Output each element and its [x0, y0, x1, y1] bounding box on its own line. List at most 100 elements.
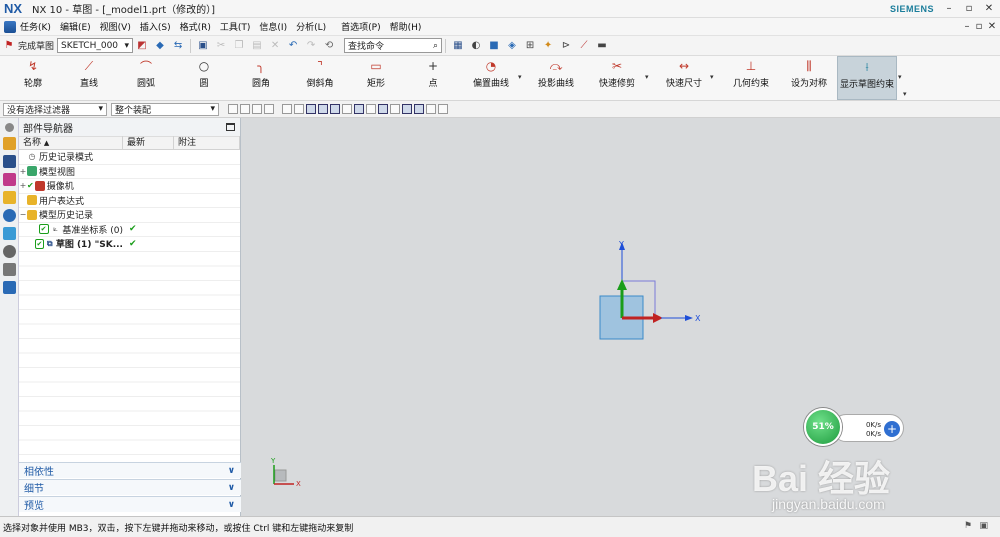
- snap-intersection-icon[interactable]: [354, 104, 364, 114]
- geometric-constraint-button[interactable]: ⊥ 几何约束: [728, 56, 774, 100]
- menu-analysis[interactable]: 分析(L): [296, 20, 326, 33]
- snap-existing-point-icon[interactable]: [414, 104, 424, 114]
- render-style-icon[interactable]: ◐: [469, 39, 483, 53]
- circle-button[interactable]: ○ 圆: [185, 56, 223, 100]
- part-navigator-icon[interactable]: [2, 173, 16, 186]
- web-browser-icon[interactable]: [2, 209, 16, 222]
- rapid-dimension-dropdown-icon[interactable]: ▾: [710, 73, 714, 81]
- menu-insert[interactable]: 插入(S): [140, 20, 171, 33]
- column-note[interactable]: 附注: [174, 136, 240, 150]
- offset-curve-dropdown-icon[interactable]: ▾: [518, 73, 522, 81]
- preview-section[interactable]: 预览 ∨: [19, 496, 241, 512]
- redo-icon[interactable]: ↷: [304, 39, 318, 53]
- constraint-navigator-icon[interactable]: [2, 155, 16, 168]
- tree-row-cameras[interactable]: + ✔ 摄像机: [19, 179, 240, 194]
- details-section[interactable]: 细节 ∨: [19, 479, 241, 495]
- menu-edit[interactable]: 编辑(E): [60, 20, 91, 33]
- snap-quadrant-icon[interactable]: [390, 104, 400, 114]
- tree-row-datum-csys[interactable]: ✔ ⟀ 基准坐标系 (0) ✔: [19, 223, 240, 237]
- folder-icon[interactable]: [2, 281, 16, 294]
- column-latest[interactable]: 最新: [123, 136, 174, 150]
- delete-icon[interactable]: ✕: [268, 39, 282, 53]
- snap-point-icon[interactable]: ✦: [541, 39, 555, 53]
- reattach-icon[interactable]: ⇆: [171, 39, 185, 53]
- minimize-button[interactable]: –: [940, 1, 958, 17]
- restore-button[interactable]: ▫: [960, 1, 978, 17]
- point-button[interactable]: + 点: [414, 56, 452, 100]
- more-tools-icon[interactable]: ▬: [595, 39, 609, 53]
- accelerate-plus-icon[interactable]: +: [884, 421, 900, 437]
- menu-help[interactable]: 帮助(H): [390, 20, 422, 33]
- deselect-icon[interactable]: [240, 104, 250, 114]
- assembly-navigator-icon[interactable]: [2, 137, 16, 150]
- rapid-dimension-button[interactable]: ↔ 快速尺寸: [661, 56, 707, 100]
- settings-gear-icon[interactable]: [4, 123, 14, 132]
- paste-icon[interactable]: ▤: [250, 39, 264, 53]
- memory-percent-badge[interactable]: 51%: [804, 408, 842, 446]
- status-flag-icon[interactable]: ⚑: [964, 521, 972, 531]
- assembly-scope-select[interactable]: 整个装配 ▾: [111, 102, 219, 116]
- snap-center-icon[interactable]: [378, 104, 388, 114]
- sketch-name-select[interactable]: SKETCH_000 ▾: [57, 38, 134, 53]
- tree-toggle[interactable]: −: [19, 210, 27, 219]
- snap-curve-icon[interactable]: [342, 104, 352, 114]
- tree-row-model-history[interactable]: − 模型历史记录: [19, 208, 240, 223]
- snap-midpoint-icon[interactable]: [318, 104, 328, 114]
- select-all-icon[interactable]: [228, 104, 238, 114]
- undo-icon[interactable]: ↶: [286, 39, 300, 53]
- history-palette-icon[interactable]: [2, 227, 16, 240]
- profile-button[interactable]: ↯ 轮廓: [14, 56, 52, 100]
- selection-filter-select[interactable]: 没有选择过滤器 ▾: [3, 102, 107, 116]
- snap-face-icon[interactable]: [438, 104, 448, 114]
- arc-button[interactable]: ⌒ 圆弧: [127, 56, 165, 100]
- layer-icon[interactable]: ⊞: [523, 39, 537, 53]
- snap-arc-center-icon[interactable]: [426, 104, 436, 114]
- tree-row-user-expressions[interactable]: 用户表达式: [19, 194, 240, 208]
- orient-view-icon[interactable]: ◆: [153, 39, 167, 53]
- snap-endpoint-icon[interactable]: [306, 104, 316, 114]
- selection-intent-icon[interactable]: ⊳: [559, 39, 573, 53]
- show-constraints-button[interactable]: ⟊ 显示草图约束: [837, 56, 897, 100]
- cut-icon[interactable]: ✂: [214, 39, 228, 53]
- offset-curve-button[interactable]: ◔ 偏置曲线: [468, 56, 514, 100]
- rect-select-icon[interactable]: [264, 104, 274, 114]
- tree-row-model-views[interactable]: + 模型视图: [19, 165, 240, 179]
- sketch-orient-icon[interactable]: ◩: [135, 39, 149, 53]
- reuse-library-icon[interactable]: [2, 191, 16, 204]
- chamfer-button[interactable]: ⌝ 倒斜角: [298, 56, 342, 100]
- save-icon[interactable]: ▣: [196, 39, 210, 53]
- tree-toggle[interactable]: +: [19, 181, 27, 190]
- checkbox-checked-icon[interactable]: ✔: [35, 238, 44, 249]
- quick-trim-button[interactable]: ✂ 快速修剪: [594, 56, 640, 100]
- snap-tangent-icon[interactable]: [366, 104, 376, 114]
- menu-view[interactable]: 视图(V): [100, 20, 131, 33]
- status-window-icon[interactable]: ▣: [979, 521, 988, 531]
- close-button[interactable]: ✕: [980, 1, 998, 17]
- snap-view-icon[interactable]: ◈: [505, 39, 519, 53]
- doc-close-button[interactable]: ✕: [983, 19, 1000, 35]
- role-icon[interactable]: [2, 263, 16, 276]
- finish-sketch-icon[interactable]: ⚑: [2, 39, 16, 53]
- snap-control-icon[interactable]: [330, 104, 340, 114]
- menu-task[interactable]: 任务(K): [20, 20, 51, 33]
- select-type-icon[interactable]: [252, 104, 262, 114]
- ribbon-more-dropdown-icon[interactable]: ▾: [898, 73, 902, 81]
- window-layout-icon[interactable]: ▦: [451, 39, 465, 53]
- menu-tools[interactable]: 工具(T): [220, 20, 251, 33]
- quick-trim-dropdown-icon[interactable]: ▾: [645, 73, 649, 81]
- feature-select-icon[interactable]: [282, 104, 292, 114]
- copy-icon[interactable]: ❐: [232, 39, 246, 53]
- clock-icon[interactable]: [2, 245, 16, 258]
- menu-format[interactable]: 格式(R): [180, 20, 211, 33]
- menu-info[interactable]: 信息(I): [259, 20, 287, 33]
- ribbon-options-icon[interactable]: ▾: [903, 90, 907, 98]
- maximize-panel-icon[interactable]: [226, 123, 235, 131]
- fillet-button[interactable]: ╮ 圆角: [242, 56, 280, 100]
- body-select-icon[interactable]: [294, 104, 304, 114]
- view-cube-icon[interactable]: ■: [487, 39, 501, 53]
- network-speed-widget[interactable]: 0K/s 0K/s + 51%: [804, 408, 904, 448]
- line-button[interactable]: ⟋ 直线: [70, 56, 108, 100]
- command-search-input[interactable]: 查找命令 ⌕: [344, 38, 443, 53]
- dependencies-section[interactable]: 相依性 ∨: [19, 462, 241, 478]
- make-symmetric-button[interactable]: ⫼ 设为对称: [786, 56, 832, 100]
